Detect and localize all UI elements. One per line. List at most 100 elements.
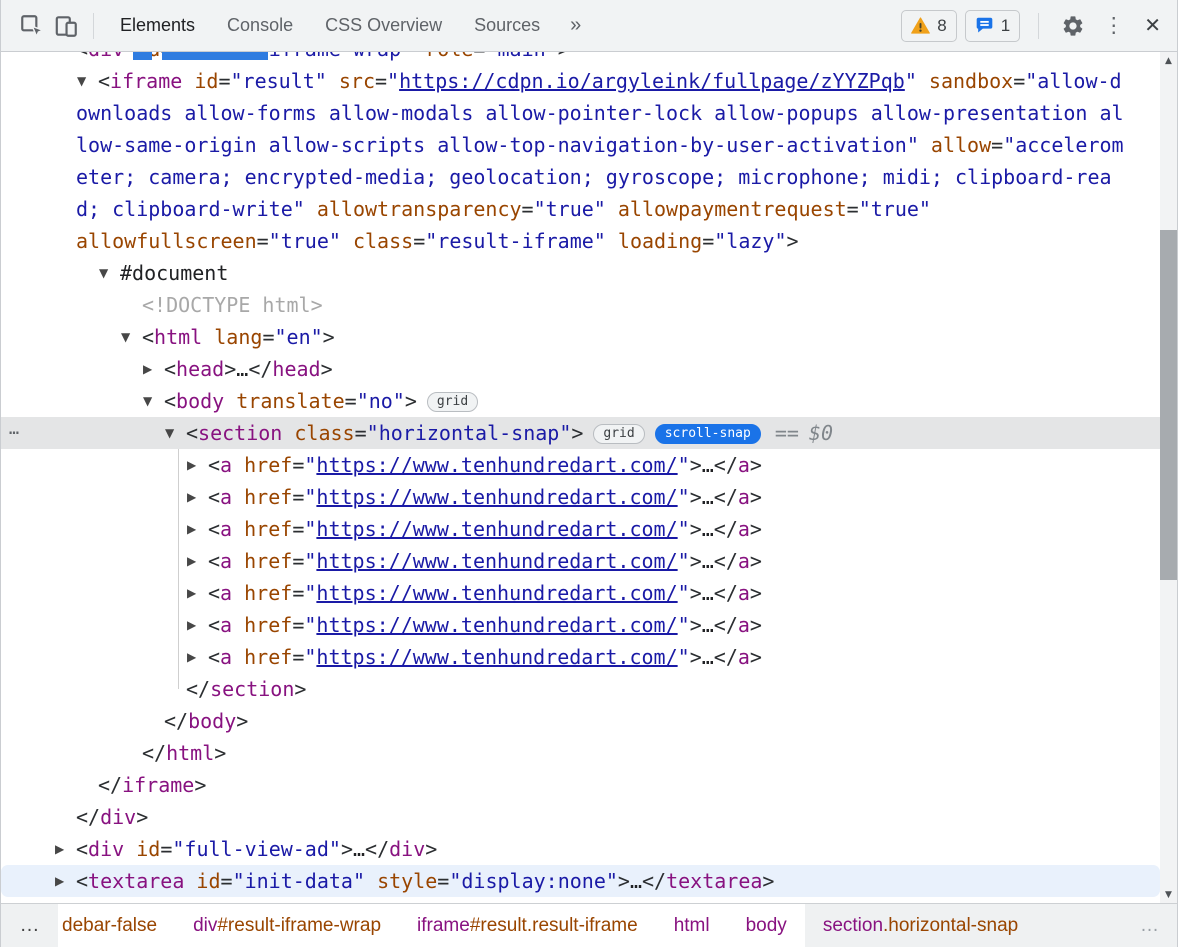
grid-badge[interactable]: grid	[427, 392, 478, 412]
collapse-arrow-icon[interactable]: ▼	[99, 257, 108, 289]
syntax-punct: =	[292, 645, 304, 669]
dom-row-a-link-1[interactable]: ▶<a href="https://www.tenhundredart.com/…	[1, 449, 1160, 481]
syntax-punct	[232, 613, 244, 637]
row-actions-dots-icon[interactable]: ⋯	[9, 417, 19, 449]
dom-row-iframe-open[interactable]: ▼<iframe id="result" src="https://cdpn.i…	[1, 65, 1160, 97]
warnings-counter[interactable]: 8	[901, 10, 956, 42]
tab-css-overview[interactable]: CSS Overview	[309, 0, 458, 51]
vertical-scrollbar[interactable]: ▲ ▼	[1160, 52, 1177, 903]
dom-row-head-collapsed[interactable]: ▶<head>…</head>	[1, 353, 1160, 385]
device-toolbar-button[interactable]	[49, 9, 83, 43]
dom-row-html-close[interactable]: </html>	[1, 737, 1160, 769]
scroll-down-button[interactable]: ▼	[1160, 886, 1177, 903]
messages-counter[interactable]: 1	[965, 10, 1020, 42]
tag-name: div	[88, 52, 124, 61]
tab-sources[interactable]: Sources	[458, 0, 556, 51]
expand-arrow-icon[interactable]: ▶	[187, 641, 196, 673]
collapse-arrow-icon[interactable]: ▼	[77, 65, 86, 97]
expand-arrow-icon[interactable]: ▶	[187, 577, 196, 609]
expand-arrow-icon[interactable]: ▶	[187, 449, 196, 481]
dom-row-iframe-attr-wrap-4[interactable]: d; clipboard-write" allowtransparency="t…	[1, 193, 1160, 225]
expand-arrow-icon[interactable]: ▶	[55, 833, 64, 865]
dom-row-doctype[interactable]: <!DOCTYPE html>	[1, 289, 1160, 321]
dom-row-iframe-close[interactable]: </iframe>	[1, 769, 1160, 801]
syntax-punct: =	[292, 613, 304, 637]
dom-row-body-close[interactable]: </body>	[1, 705, 1160, 737]
scroll-up-button[interactable]: ▲	[1160, 52, 1177, 69]
dom-row-a-link-4[interactable]: ▶<a href="https://www.tenhundredart.com/…	[1, 545, 1160, 577]
attribute-link[interactable]: https://www.tenhundredart.com/	[316, 549, 677, 573]
dom-row-html-open[interactable]: ▼<html lang="en">	[1, 321, 1160, 353]
attribute-name: allow	[931, 133, 991, 157]
crumb-iframe-result[interactable]: iframe#result.result-iframe	[399, 904, 656, 947]
expand-arrow-icon[interactable]: ▶	[187, 609, 196, 641]
settings-button[interactable]	[1057, 10, 1089, 42]
more-tabs-button[interactable]: »	[556, 14, 595, 37]
attribute-value: "allow-d	[1025, 69, 1121, 93]
attribute-name: style	[377, 869, 437, 893]
expand-arrow-icon[interactable]: ▶	[187, 513, 196, 545]
expand-arrow-icon[interactable]: ▶	[143, 353, 152, 385]
attribute-link[interactable]: https://www.tenhundredart.com/	[316, 485, 677, 509]
dom-row-div-full-view-ad[interactable]: ▶<div id="full-view-ad">…</div>	[1, 833, 1160, 865]
tab-console[interactable]: Console	[211, 0, 309, 51]
dom-row-a-link-5[interactable]: ▶<a href="https://www.tenhundredart.com/…	[1, 577, 1160, 609]
expand-arrow-icon[interactable]: ▶	[187, 545, 196, 577]
crumb-section-horizontal-snap[interactable]: section.horizontal-snap	[805, 915, 1036, 937]
dom-row-document-node[interactable]: ▼#document	[1, 257, 1160, 289]
dom-row-body-open[interactable]: ▼<body translate="no">grid	[1, 385, 1160, 417]
syntax-punct: >	[750, 453, 762, 477]
dom-row-iframe-attr-wrap-2[interactable]: low-same-origin allow-scripts allow-top-…	[1, 129, 1160, 161]
crumb-sidebar-false[interactable]: debar-false	[58, 904, 175, 947]
dom-row-section-close[interactable]: </section>	[1, 673, 1160, 705]
close-devtools-button[interactable]: ✕	[1138, 11, 1167, 40]
dom-row-iframe-attr-wrap-1[interactable]: ownloads allow-forms allow-modals allow-…	[1, 97, 1160, 129]
syntax-punct: </	[142, 741, 166, 765]
attribute-value: "	[304, 645, 316, 669]
crumb-div-result-iframe-wrap[interactable]: div#result-iframe-wrap	[175, 904, 399, 947]
tag-name: a	[220, 549, 232, 573]
collapse-arrow-icon[interactable]: ▼	[165, 417, 174, 449]
attribute-name: sandbox	[929, 69, 1013, 93]
crumb-id-class: #result-iframe-wrap	[217, 915, 381, 937]
attribute-link[interactable]: https://www.tenhundredart.com/	[316, 517, 677, 541]
inline-ellipsis: …	[236, 357, 248, 381]
inspect-element-button[interactable]	[15, 9, 49, 43]
dom-row-section-open-selected[interactable]: ⋯▼<section class="horizontal-snap">grids…	[1, 417, 1160, 449]
dom-row-div-close[interactable]: </div>	[1, 801, 1160, 833]
crumb-html[interactable]: html	[656, 904, 728, 947]
syntax-punct: =	[375, 69, 387, 93]
dom-row-a-link-3[interactable]: ▶<a href="https://www.tenhundredart.com/…	[1, 513, 1160, 545]
grid-badge[interactable]: grid	[593, 424, 644, 444]
dom-row-a-link-7[interactable]: ▶<a href="https://www.tenhundredart.com/…	[1, 641, 1160, 673]
dom-row-textarea-init-data[interactable]: ▶<textarea id="init-data" style="display…	[1, 865, 1160, 897]
syntax-punct: >	[405, 389, 417, 413]
attribute-link[interactable]: https://www.tenhundredart.com/	[316, 581, 677, 605]
attribute-link[interactable]: https://www.tenhundredart.com/	[316, 613, 677, 637]
tab-elements[interactable]: Elements	[104, 0, 211, 51]
collapse-arrow-icon[interactable]: ▼	[143, 385, 152, 417]
attribute-link[interactable]: https://www.tenhundredart.com/	[316, 453, 677, 477]
breadcrumb-overflow-left[interactable]: …	[1, 904, 58, 947]
syntax-punct: </	[164, 709, 188, 733]
crumb-body[interactable]: body	[728, 904, 805, 947]
dom-row-a-link-2[interactable]: ▶<a href="https://www.tenhundredart.com/…	[1, 481, 1160, 513]
breadcrumb-overflow-right[interactable]: …	[1140, 915, 1177, 937]
syntax-punct: <	[76, 837, 88, 861]
dom-row-iframe-attr-wrap-5[interactable]: allowfullscreen="true" class="result-ifr…	[1, 225, 1160, 257]
syntax-punct: >	[750, 581, 762, 605]
attribute-link[interactable]: https://cdpn.io/argyleink/fullpage/zYYZP…	[399, 69, 905, 93]
syntax-punct	[327, 69, 339, 93]
attribute-link[interactable]: https://www.tenhundredart.com/	[316, 645, 677, 669]
crumb-tag-name: body	[746, 915, 787, 937]
collapse-arrow-icon[interactable]: ▼	[121, 321, 130, 353]
kebab-menu-button[interactable]: ⋮	[1097, 11, 1130, 40]
scrollbar-thumb[interactable]	[1160, 230, 1177, 580]
dom-row-iframe-attr-wrap-3[interactable]: eter; camera; encrypted-media; geolocati…	[1, 161, 1160, 193]
dom-row-a-link-6[interactable]: ▶<a href="https://www.tenhundredart.com/…	[1, 609, 1160, 641]
scroll-snap-badge[interactable]: scroll-snap	[655, 424, 761, 444]
warning-triangle-icon	[911, 17, 930, 34]
attribute-name: id	[196, 869, 220, 893]
expand-arrow-icon[interactable]: ▶	[187, 481, 196, 513]
expand-arrow-icon[interactable]: ▶	[55, 865, 64, 897]
